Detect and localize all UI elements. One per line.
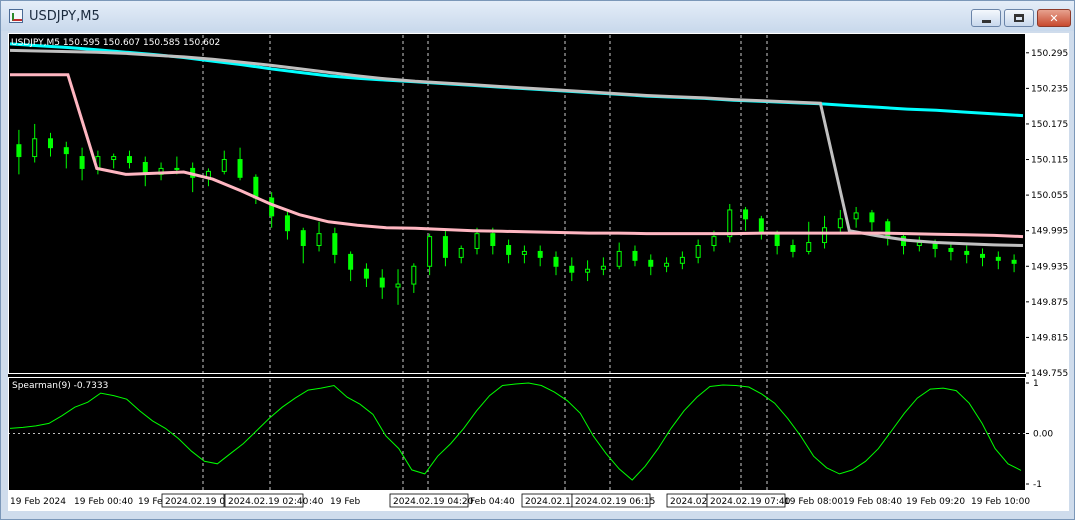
bear-candle [16, 144, 22, 158]
bull-candle [916, 242, 922, 247]
bear-candle [774, 233, 780, 247]
time-tick-label: Feb 04:40 [470, 497, 515, 507]
bear-candle [348, 253, 354, 270]
price-tick-label: 149.875 [1031, 298, 1068, 308]
bull-candle [221, 159, 227, 172]
indicator-tick-label: 1 [1033, 379, 1039, 389]
bull-candle [411, 265, 417, 285]
price-info-label: USDJPY,M5 150.595 150.607 150.585 150.60… [11, 38, 220, 48]
crosshair-time-label: 2024.02.1: [525, 497, 574, 507]
bull-candle [458, 247, 464, 258]
crosshair-time-label: 2024.02. [670, 497, 710, 507]
maximize-icon [1014, 14, 1024, 22]
time-tick-label: 19 Feb [330, 497, 361, 507]
bull-candle [600, 265, 606, 270]
bear-candle [284, 215, 290, 232]
bull-candle [695, 245, 701, 258]
bear-candle [569, 265, 575, 273]
chart-background [8, 33, 1069, 511]
bear-candle [758, 218, 764, 235]
bull-candle [174, 167, 180, 170]
bear-candle [648, 259, 654, 267]
bull-candle [521, 250, 527, 255]
bull-candle [837, 218, 843, 229]
indicator-info-label: Spearman(9) -0.7333 [12, 381, 108, 391]
maximize-button[interactable] [1004, 9, 1034, 27]
crosshair-time-label: 2024.02.19 07:40 [710, 497, 791, 507]
bull-candle [316, 233, 322, 247]
bear-candle [300, 230, 306, 247]
window-title: USDJPY,M5 [29, 9, 100, 24]
time-tick-label: 19 Feb 10:00 [971, 497, 1030, 507]
crosshair-time-label: 2024.02.19 02 [165, 497, 231, 507]
price-tick-label: 149.995 [1031, 227, 1068, 237]
price-tick-label: 149.935 [1031, 262, 1068, 272]
time-tick-label: 19 Feb 08:00 [784, 497, 843, 507]
bear-candle [948, 247, 954, 252]
price-tick-label: 149.815 [1031, 333, 1068, 343]
minimize-button[interactable] [971, 9, 1001, 27]
minimize-icon [981, 19, 991, 23]
bear-candle [537, 250, 543, 258]
price-tick-label: 150.175 [1031, 120, 1068, 130]
bear-candle [1011, 259, 1017, 264]
indicator-tick-label: 0.00 [1033, 430, 1053, 440]
bear-candle [506, 245, 512, 255]
bear-candle [964, 250, 970, 255]
bear-candle [632, 250, 638, 261]
bull-candle [427, 236, 433, 267]
bull-candle [664, 262, 670, 267]
bear-candle [363, 268, 369, 279]
crosshair-time-label: 2024.02.19 04:20 [393, 497, 474, 507]
time-tick-label: :40 [309, 497, 324, 507]
price-tick-label: 150.055 [1031, 191, 1068, 201]
crosshair-time-label: 2024.02.19 06:15 [575, 497, 655, 507]
bear-candle [79, 156, 85, 169]
bear-candle [442, 236, 448, 258]
bear-candle [237, 159, 243, 178]
title-bar[interactable]: USDJPY,M5 ✕ [1, 1, 1074, 31]
time-tick-label: 19 Feb 08:40 [843, 497, 902, 507]
bear-candle [47, 138, 53, 149]
chart-window: USDJPY,M5 ✕ 150.295 150.235 150.175 150.115… [0, 0, 1075, 520]
bull-candle [616, 250, 622, 267]
chart-window-icon [9, 9, 23, 23]
bull-candle [822, 227, 828, 244]
bull-candle [853, 212, 859, 220]
crosshair-time-label: 2024.02.19 02:40 [228, 497, 309, 507]
price-tick-label: 150.235 [1031, 84, 1068, 94]
time-tick-label: 19 Feb 2024 [10, 497, 66, 507]
price-tick-label: 149.755 [1031, 369, 1068, 379]
bear-candle [869, 212, 875, 223]
time-axis: 19 Feb 2024 19 Feb 00:40 19 Feb:40 19 Feb Fe… [8, 491, 1069, 511]
time-tick-label: 19 Feb 00:40 [74, 497, 133, 507]
time-tick-label: 19 Feb 09:20 [906, 497, 965, 507]
bear-candle [790, 245, 796, 252]
price-tick-label: 150.295 [1031, 49, 1068, 59]
bull-candle [111, 156, 117, 161]
bear-candle [743, 209, 749, 220]
bear-candle [379, 277, 385, 288]
bear-candle [63, 147, 69, 155]
bear-candle [269, 197, 275, 217]
bear-candle [995, 256, 1001, 261]
bull-candle [679, 256, 685, 264]
bear-candle [980, 253, 986, 258]
price-tick-label: 150.115 [1031, 156, 1068, 166]
indicator-tick-label: -1 [1033, 480, 1042, 490]
bear-candle [490, 233, 496, 247]
close-button[interactable]: ✕ [1037, 9, 1071, 27]
bear-candle [553, 256, 559, 267]
bear-candle [253, 176, 259, 199]
bull-candle [711, 236, 717, 247]
close-icon: ✕ [1049, 11, 1059, 25]
bull-candle [395, 283, 401, 288]
bull-candle [806, 242, 812, 252]
chart-area[interactable]: 150.295 150.235 150.175 150.115 150.055 149.9… [8, 33, 1069, 511]
bull-candle [32, 138, 38, 158]
bull-candle [474, 233, 480, 249]
bear-candle [126, 156, 132, 163]
bull-candle [585, 268, 591, 273]
bear-candle [332, 233, 338, 255]
